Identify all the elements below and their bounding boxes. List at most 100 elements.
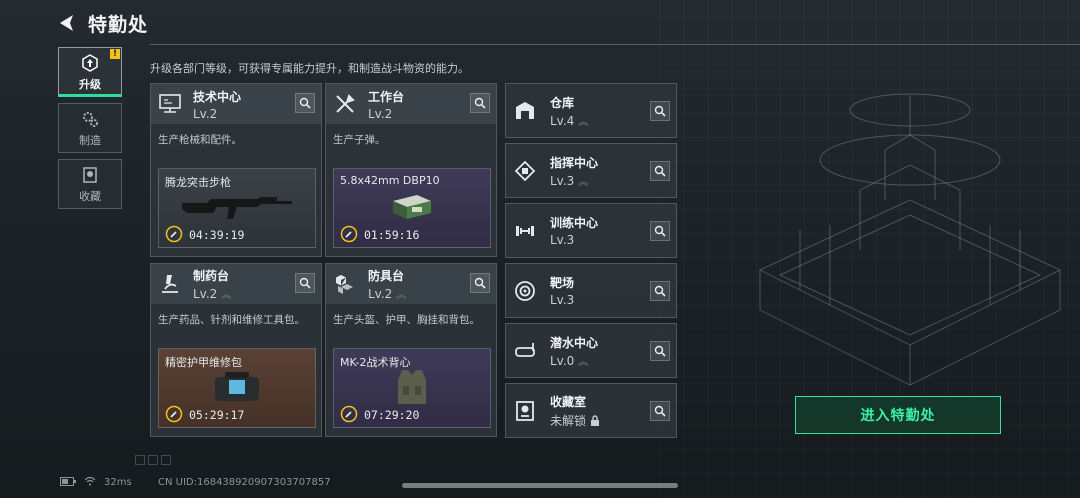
product-slot[interactable]: 精密护甲维修包 05:29:17 xyxy=(158,348,316,428)
showcase-icon xyxy=(512,398,538,424)
card-title: 靶场 xyxy=(550,276,575,290)
product-timer: 01:59:16 xyxy=(364,228,420,242)
card-level: Lv.4 ︽ xyxy=(550,113,589,128)
upgrade-icon xyxy=(80,53,100,73)
page-description: 升级各部门等级，可获得专属能力提升，和制造战斗物资的能力。 xyxy=(150,62,469,75)
product-timer: 05:29:17 xyxy=(189,408,245,422)
vest-icon xyxy=(334,367,490,407)
card-title: 收藏室 xyxy=(550,394,587,409)
card-training-center[interactable]: 训练中心 Lv.3 xyxy=(505,203,677,258)
repair-kit-icon xyxy=(159,367,315,407)
card-level: Lv.3 xyxy=(550,233,575,247)
search-icon[interactable] xyxy=(295,273,315,293)
timer-icon xyxy=(340,225,358,243)
card-level: Lv.0 ︽ xyxy=(550,353,589,368)
tools-icon xyxy=(332,91,358,117)
ammo-box-icon xyxy=(334,187,490,227)
card-header: 制药台 Lv.2 ︽ xyxy=(151,264,321,304)
nav-label: 升级 xyxy=(79,77,101,91)
search-icon[interactable] xyxy=(650,341,670,361)
card-level: Lv.2 xyxy=(368,106,393,121)
card-collection-room[interactable]: 收藏室 未解锁 xyxy=(505,383,677,438)
card-level: Lv.2 xyxy=(193,106,218,121)
nav-item-upgrade[interactable]: ! 升级 xyxy=(58,47,122,97)
back-arrow-icon[interactable] xyxy=(56,12,78,34)
search-icon[interactable] xyxy=(470,273,490,293)
decorative-squares xyxy=(135,455,171,465)
card-shooting-range[interactable]: 靶场 Lv.3 xyxy=(505,263,677,318)
timer-icon xyxy=(340,405,358,423)
card-level: 未解锁 xyxy=(550,412,600,429)
product-timer: 04:39:19 xyxy=(189,228,245,242)
side-nav: ! 升级 制造 收藏 xyxy=(58,47,122,215)
card-title: 防具台 xyxy=(368,269,405,283)
status-bar: 32ms xyxy=(60,476,132,489)
home-indicator[interactable] xyxy=(402,483,678,488)
card-workbench[interactable]: 工作台 Lv.2 生产子弹。 5.8x42mm DBP10 01:59:16 xyxy=(325,83,497,257)
search-icon[interactable] xyxy=(650,161,670,181)
card-title: 仓库 xyxy=(550,95,575,110)
search-icon[interactable] xyxy=(295,93,315,113)
card-level: Lv.2 ︽ xyxy=(368,287,407,301)
target-icon xyxy=(512,278,538,304)
card-header: 防具台 Lv.2 ︽ xyxy=(326,264,496,304)
alert-badge: ! xyxy=(110,49,120,59)
nav-item-collection[interactable]: 收藏 xyxy=(58,159,122,209)
header-divider xyxy=(150,44,1080,45)
rifle-icon xyxy=(159,187,315,227)
product-slot[interactable]: 5.8x42mm DBP10 01:59:16 xyxy=(333,168,491,248)
collection-icon xyxy=(80,165,100,185)
user-uid: CN UID:168438920907303707857 xyxy=(158,477,331,488)
product-slot[interactable]: MK-2战术背心 07:29:20 xyxy=(333,348,491,428)
upgrade-arrows-icon: ︽ xyxy=(578,176,589,188)
monitor-icon xyxy=(157,91,183,117)
card-title: 技术中心 xyxy=(193,89,242,104)
timer-icon xyxy=(165,225,183,243)
enter-special-ops-button[interactable]: 进入特勤处 xyxy=(795,396,1001,434)
card-header: 工作台 Lv.2 xyxy=(326,84,496,124)
nav-item-craft[interactable]: 制造 xyxy=(58,103,122,153)
card-description: 生产药品、针剂和维修工具包。 xyxy=(158,314,305,326)
card-description: 生产头盔、护甲、胸挂和背包。 xyxy=(333,314,480,326)
cubes-icon xyxy=(332,271,358,297)
card-level: Lv.2 ︽ xyxy=(193,287,232,301)
warehouse-icon xyxy=(512,98,538,124)
upgrade-arrows-icon: ︽ xyxy=(221,290,232,301)
card-level: Lv.3 xyxy=(550,293,575,307)
product-name: 5.8x42mm DBP10 xyxy=(340,174,440,187)
lock-icon xyxy=(590,414,600,429)
product-timer: 07:29:20 xyxy=(364,408,420,422)
upgrade-arrows-icon: ︽ xyxy=(396,290,407,301)
microscope-icon xyxy=(157,271,183,297)
search-icon[interactable] xyxy=(650,221,670,241)
battery-icon xyxy=(60,476,76,489)
dumbbell-icon xyxy=(512,218,538,244)
card-armor-bench[interactable]: 防具台 Lv.2 ︽ 生产头盔、护甲、胸挂和背包。 MK-2战术背心 07:29:… xyxy=(325,263,497,437)
card-pharmacy[interactable]: 制药台 Lv.2 ︽ 生产药品、针剂和维修工具包。 精密护甲维修包 05:29:1… xyxy=(150,263,322,437)
card-command-center[interactable]: 指挥中心 Lv.3 ︽ xyxy=(505,143,677,198)
card-header: 技术中心 Lv.2 xyxy=(151,84,321,124)
card-title: 潜水中心 xyxy=(550,335,599,350)
nav-label: 制造 xyxy=(79,133,101,147)
card-title: 工作台 xyxy=(368,89,405,104)
header: 特勤处 xyxy=(56,8,148,38)
card-description: 生产子弹。 xyxy=(333,134,386,146)
nav-label: 收藏 xyxy=(79,189,101,203)
product-slot[interactable]: 腾龙突击步枪 04:39:19 xyxy=(158,168,316,248)
card-warehouse[interactable]: 仓库 Lv.4 ︽ xyxy=(505,83,677,138)
search-icon[interactable] xyxy=(470,93,490,113)
timer-icon xyxy=(165,405,183,423)
search-icon[interactable] xyxy=(650,281,670,301)
chip-icon xyxy=(512,158,538,184)
card-tech-center[interactable]: 技术中心 Lv.2 生产枪械和配件。 腾龙突击步枪 04:39:19 xyxy=(150,83,322,257)
upgrade-arrows-icon: ︽ xyxy=(578,356,589,368)
card-description: 生产枪械和配件。 xyxy=(158,134,242,146)
card-level: Lv.3 ︽ xyxy=(550,173,589,188)
search-icon[interactable] xyxy=(650,101,670,121)
wifi-icon xyxy=(84,476,96,489)
card-diving-center[interactable]: 潜水中心 Lv.0 ︽ xyxy=(505,323,677,378)
card-title: 制药台 xyxy=(193,269,230,283)
diving-mask-icon xyxy=(512,338,538,364)
search-icon[interactable] xyxy=(650,401,670,421)
upgrade-arrows-icon: ︽ xyxy=(578,116,589,128)
